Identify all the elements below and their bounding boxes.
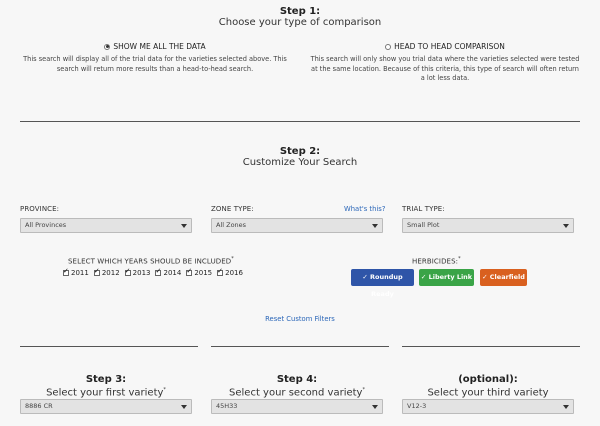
- checkbox-2013[interactable]: [124, 267, 131, 276]
- option-head-to-head[interactable]: HEAD TO HEAD COMPARISON This search will…: [300, 42, 590, 84]
- year-label: 2016: [225, 269, 243, 277]
- year-label: 2015: [194, 269, 213, 277]
- option-all-data-desc-1: This search will display all of the tria…: [23, 55, 287, 63]
- year-label: 2013: [132, 269, 151, 277]
- option-head-to-head-desc-1: This search will only show you trial dat…: [310, 55, 580, 63]
- clearfield-button[interactable]: ✓ Clearfield: [480, 269, 527, 286]
- years-label: SELECT WHICH YEARS SHOULD BE INCLUDED*: [68, 256, 234, 266]
- trial-type-value: Small Plot: [407, 221, 440, 229]
- province-value: All Provinces: [25, 221, 67, 229]
- optional-subtitle: Select your third variety: [427, 387, 549, 399]
- province-label: PROVINCE:: [20, 205, 60, 213]
- zone-type-value: All Zones: [216, 221, 247, 229]
- option-head-to-head-desc-2: at the same location. Because of this cr…: [311, 64, 579, 73]
- option-all-data-desc-2: search will return more results than a h…: [56, 64, 254, 73]
- option-head-to-head-desc-3: a lot less data.: [420, 74, 470, 82]
- chevron-down-icon: [181, 224, 187, 228]
- step1-subtitle: Choose your type of comparison: [218, 17, 382, 28]
- first-variety-value: 8886 CR: [25, 402, 53, 410]
- year-label: 2014: [163, 269, 182, 277]
- option-all-data-label: SHOW ME ALL THE DATA: [113, 42, 206, 51]
- chevron-down-icon: [563, 405, 569, 409]
- year-label: 2011: [71, 269, 89, 277]
- chevron-down-icon: [181, 405, 187, 409]
- second-variety-select[interactable]: 45H33: [211, 399, 383, 414]
- checkbox-2016[interactable]: [217, 267, 224, 276]
- chevron-down-icon: [372, 224, 378, 228]
- chevron-down-icon: [372, 405, 378, 409]
- step2-subtitle: Customize Your Search: [242, 157, 358, 168]
- chevron-down-icon: [563, 224, 569, 228]
- herbicides-label: HERBICIDES:*: [412, 256, 461, 266]
- third-variety-select[interactable]: V12-3: [402, 399, 574, 414]
- checkbox-2011[interactable]: [63, 267, 69, 276]
- liberty-link-button[interactable]: ✓ Liberty Link: [419, 269, 474, 286]
- checkbox-2015[interactable]: [186, 267, 193, 276]
- divider-left: [20, 346, 198, 347]
- option-all-data[interactable]: SHOW ME ALL THE DATA This search will di…: [10, 42, 300, 74]
- step3-subtitle: Select your first variety*: [46, 387, 166, 399]
- zone-type-select[interactable]: All Zones: [211, 218, 383, 233]
- reset-filters-link[interactable]: Reset Custom Filters: [0, 315, 600, 323]
- divider-right: [402, 346, 580, 347]
- step4-subtitle: Select your second variety*: [229, 387, 365, 399]
- radio-head-to-head[interactable]: [385, 43, 392, 50]
- trial-type-select[interactable]: Small Plot: [402, 218, 574, 233]
- checkbox-2012[interactable]: [93, 267, 100, 276]
- radio-all-data[interactable]: [104, 43, 111, 50]
- option-head-to-head-label: HEAD TO HEAD COMPARISON: [394, 42, 505, 51]
- second-variety-value: 45H33: [216, 402, 238, 410]
- roundup-ready-button[interactable]: ✓ Roundup Ready: [351, 269, 414, 298]
- divider-middle: [211, 346, 389, 347]
- zone-type-label: ZONE TYPE:: [211, 205, 254, 213]
- first-variety-select[interactable]: 8886 CR: [20, 399, 192, 414]
- years-checkboxes: 2011 2012 2013 2014 2015 2016: [58, 267, 243, 277]
- trial-type-label: TRIAL TYPE:: [402, 205, 445, 213]
- province-select[interactable]: All Provinces: [20, 218, 192, 233]
- divider-1: [20, 121, 580, 122]
- third-variety-value: V12-3: [407, 402, 427, 410]
- whats-this-link[interactable]: What's this?: [344, 205, 385, 213]
- checkbox-2014[interactable]: [155, 267, 162, 276]
- year-label: 2012: [101, 269, 120, 277]
